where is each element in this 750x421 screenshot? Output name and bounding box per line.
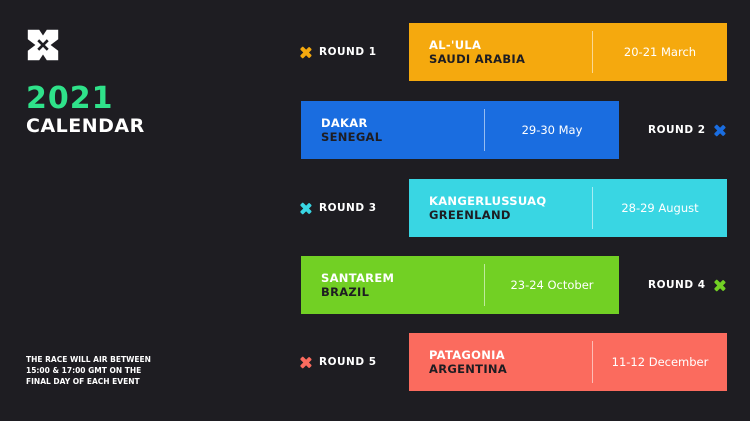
round-1-x-icon: [300, 47, 311, 58]
broadcast-note: THE RACE WILL AIR BETWEEN 15:00 & 17:00 …: [26, 355, 151, 386]
round-3-date: 28-29 August: [621, 201, 699, 215]
round-4-x-icon: [714, 280, 725, 291]
calendar-year: 2021: [26, 81, 114, 116]
round-2-city: DAKAR: [321, 116, 368, 130]
extreme-e-logo-icon: [27, 29, 59, 61]
round-1-country: SAUDI ARABIA: [429, 52, 526, 66]
round-4-location: SANTAREM BRAZIL: [301, 256, 484, 314]
round-4-card[interactable]: SANTAREM BRAZIL 23-24 October: [301, 256, 619, 314]
round-1-location: AL-'ULA SAUDI ARABIA: [409, 23, 592, 81]
round-4-date: 23-24 October: [510, 278, 594, 292]
round-5-date: 11-12 December: [611, 355, 709, 369]
round-4-country: BRAZIL: [321, 285, 370, 299]
round-3-city: KANGERLUSSUAQ: [429, 194, 547, 208]
round-5-country: ARGENTINA: [429, 362, 508, 376]
round-3-label: ROUND 3: [300, 179, 377, 237]
round-5-city: PATAGONIA: [429, 348, 505, 362]
round-3-country: GREENLAND: [429, 208, 511, 222]
calendar-title: CALENDAR: [26, 115, 145, 137]
round-4-label-text: ROUND 4: [648, 279, 706, 291]
round-2-date: 29-30 May: [521, 123, 583, 137]
round-4-label: ROUND 4: [648, 256, 725, 314]
round-3-location: KANGERLUSSUAQ GREENLAND: [409, 179, 592, 237]
round-2-card[interactable]: DAKAR SENEGAL 29-30 May: [301, 101, 619, 159]
round-1-city: AL-'ULA: [429, 38, 482, 52]
round-2-location: DAKAR SENEGAL: [301, 101, 484, 159]
round-4-city: SANTAREM: [321, 271, 395, 285]
round-3-label-text: ROUND 3: [319, 202, 377, 214]
round-1-date: 20-21 March: [623, 45, 697, 59]
round-5-x-icon: [300, 357, 311, 368]
round-5-label: ROUND 5: [300, 333, 377, 391]
round-5-label-text: ROUND 5: [319, 356, 377, 368]
round-2-label-text: ROUND 2: [648, 124, 706, 136]
round-3-card[interactable]: KANGERLUSSUAQ GREENLAND 28-29 August: [409, 179, 727, 237]
round-5-location: PATAGONIA ARGENTINA: [409, 333, 592, 391]
round-2-label: ROUND 2: [648, 101, 725, 159]
round-1-card[interactable]: AL-'ULA SAUDI ARABIA 20-21 March: [409, 23, 727, 81]
round-1-label-text: ROUND 1: [319, 46, 377, 58]
round-1-label: ROUND 1: [300, 23, 377, 81]
round-5-card[interactable]: PATAGONIA ARGENTINA 11-12 December: [409, 333, 727, 391]
round-2-x-icon: [714, 125, 725, 136]
round-2-country: SENEGAL: [321, 130, 383, 144]
round-3-x-icon: [300, 203, 311, 214]
